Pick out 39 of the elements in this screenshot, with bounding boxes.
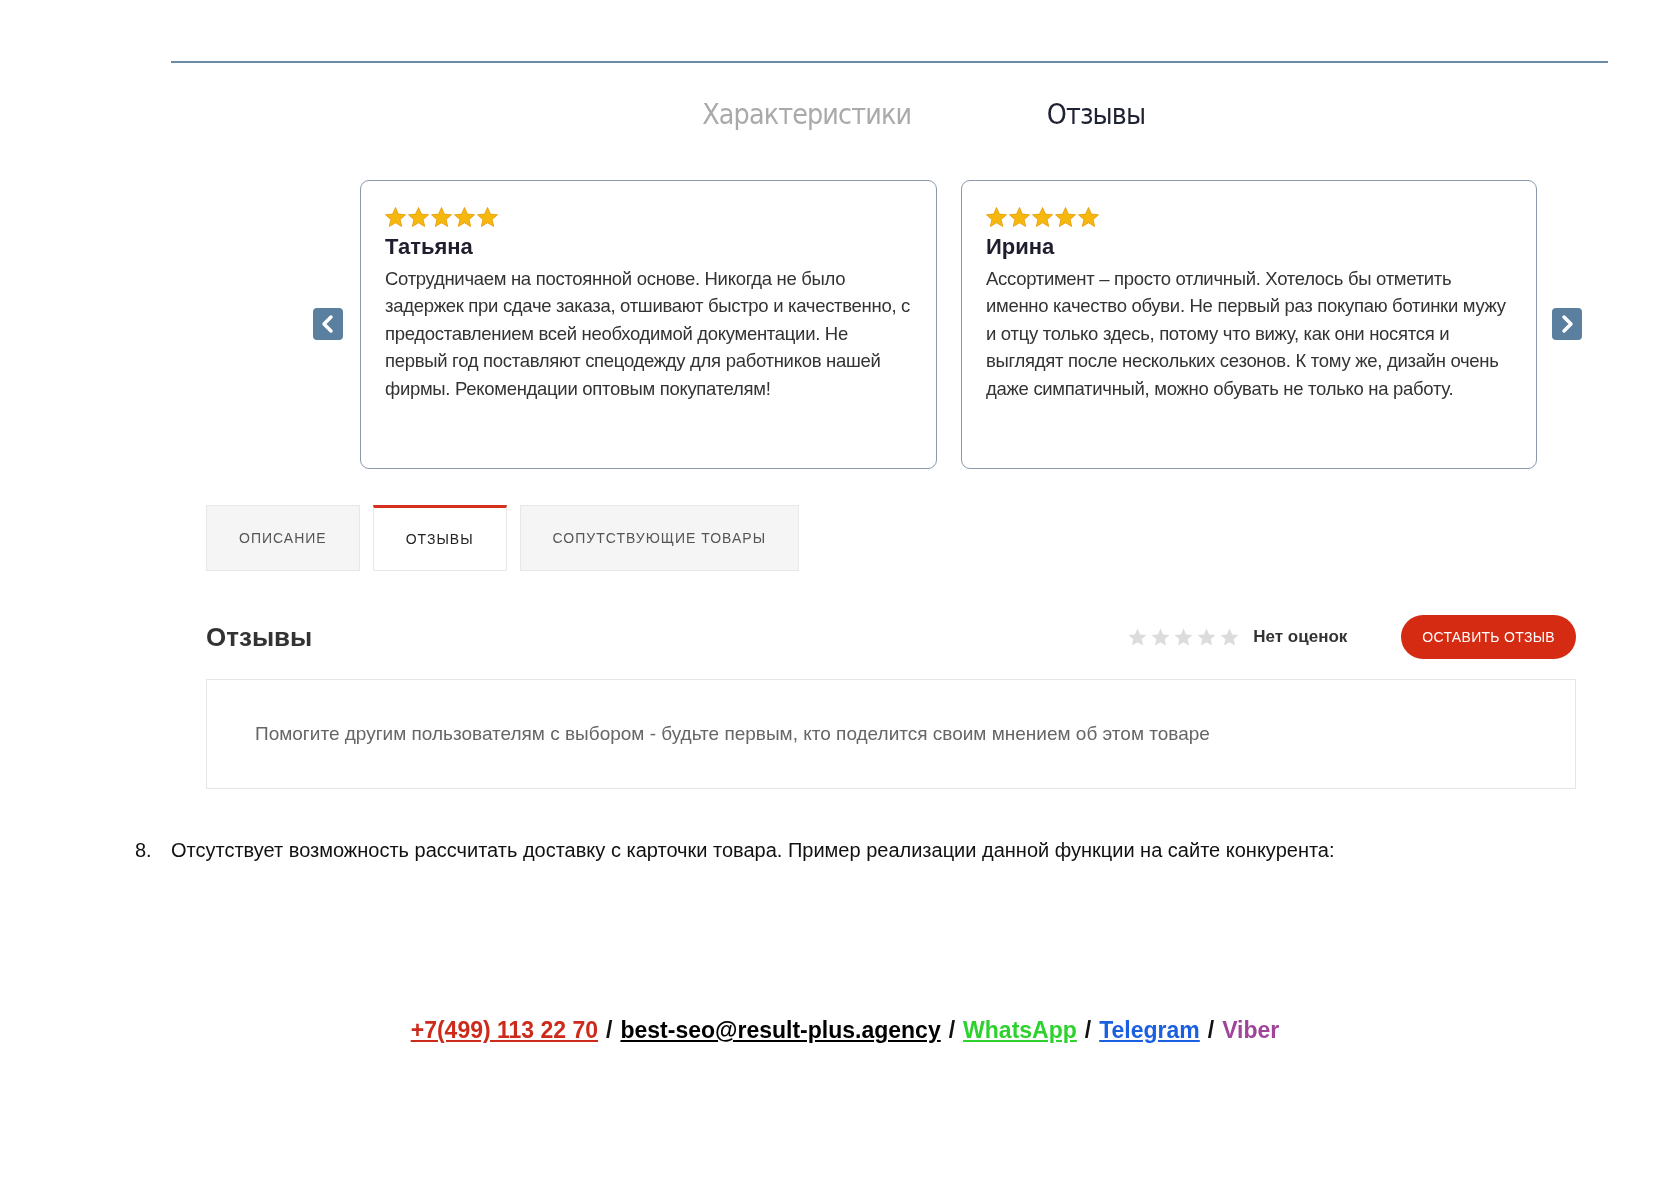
section-tab[interactable]: Отзывы [1046, 97, 1146, 131]
product-tab[interactable]: ОПИСАНИЕ [206, 505, 360, 571]
star-icon [1174, 628, 1194, 646]
star-icon [454, 206, 475, 227]
review-text: Ассортимент – просто отличный. Хотелось бы отметить именно качество обуви. Не первый раз покупаю ботинки мужу и отцу только здесь, потому что вижу, как они носятся и выглядят после нескольких сезонов. К тому же, дизайн очень даже симпатичный, можно обувать не только на работу. [986, 266, 1507, 401]
contact-link[interactable]: best-seo@result-plus.agency [620, 1017, 941, 1044]
leave-review-button[interactable]: ОСТАВИТЬ ОТЗЫВ [1401, 615, 1576, 659]
star-icon [385, 206, 406, 227]
product-tab[interactable]: ОТЗЫВЫ [372, 505, 507, 571]
review-text: Сотрудничаем на постоянной основе. Никогда не было задержек при сдаче заказа, отшивают быстро и качественно, с предоставлением всей необходимой документации. Не первый год поставляют спецодежду для работников нашей фирмы. Рекомендации оптовым покупателям! [385, 266, 912, 401]
rating-text: Нет оценок [1253, 627, 1348, 647]
contact-text: Viber [1222, 1017, 1280, 1044]
separator: / [948, 1017, 956, 1044]
star-icon [477, 206, 498, 227]
product-tab[interactable]: СОПУТСТВУЮЩИЕ ТОВАРЫ [519, 505, 800, 571]
star-icon [1032, 206, 1053, 227]
chevron-left-icon[interactable] [313, 308, 343, 340]
separator: / [606, 1017, 613, 1044]
star-icon [1220, 628, 1240, 646]
star-icon [1078, 206, 1099, 227]
star-icon [1128, 628, 1148, 646]
empty-message: Помогите другим пользователям с выбором - будьте первым, кто поделится своим мнением об этом товаре [255, 723, 1210, 745]
star-icon [1151, 628, 1171, 646]
separator: / [1207, 1017, 1215, 1044]
contact-link[interactable]: +7(499) 113 22 70 [410, 1017, 599, 1044]
star-icon [1055, 206, 1076, 227]
list-number: 8. [135, 839, 153, 862]
note-text: Отсутствует возможность рассчитать доставку с карточки товара. Пример реализации данной функции на сайте конкурента: [171, 839, 1335, 862]
reviewer-name: Ирина [986, 233, 1056, 260]
star-icon [1197, 628, 1217, 646]
star-icon [1009, 206, 1030, 227]
star-icon [431, 206, 452, 227]
chevron-right-icon[interactable] [1552, 308, 1582, 340]
reviewer-name: Татьяна [385, 233, 474, 260]
separator: / [1084, 1017, 1092, 1044]
star-icon [986, 206, 1007, 227]
section-title: Отзывы [206, 621, 313, 653]
contact-link[interactable]: Telegram [1099, 1017, 1200, 1044]
star-icon [408, 206, 429, 227]
